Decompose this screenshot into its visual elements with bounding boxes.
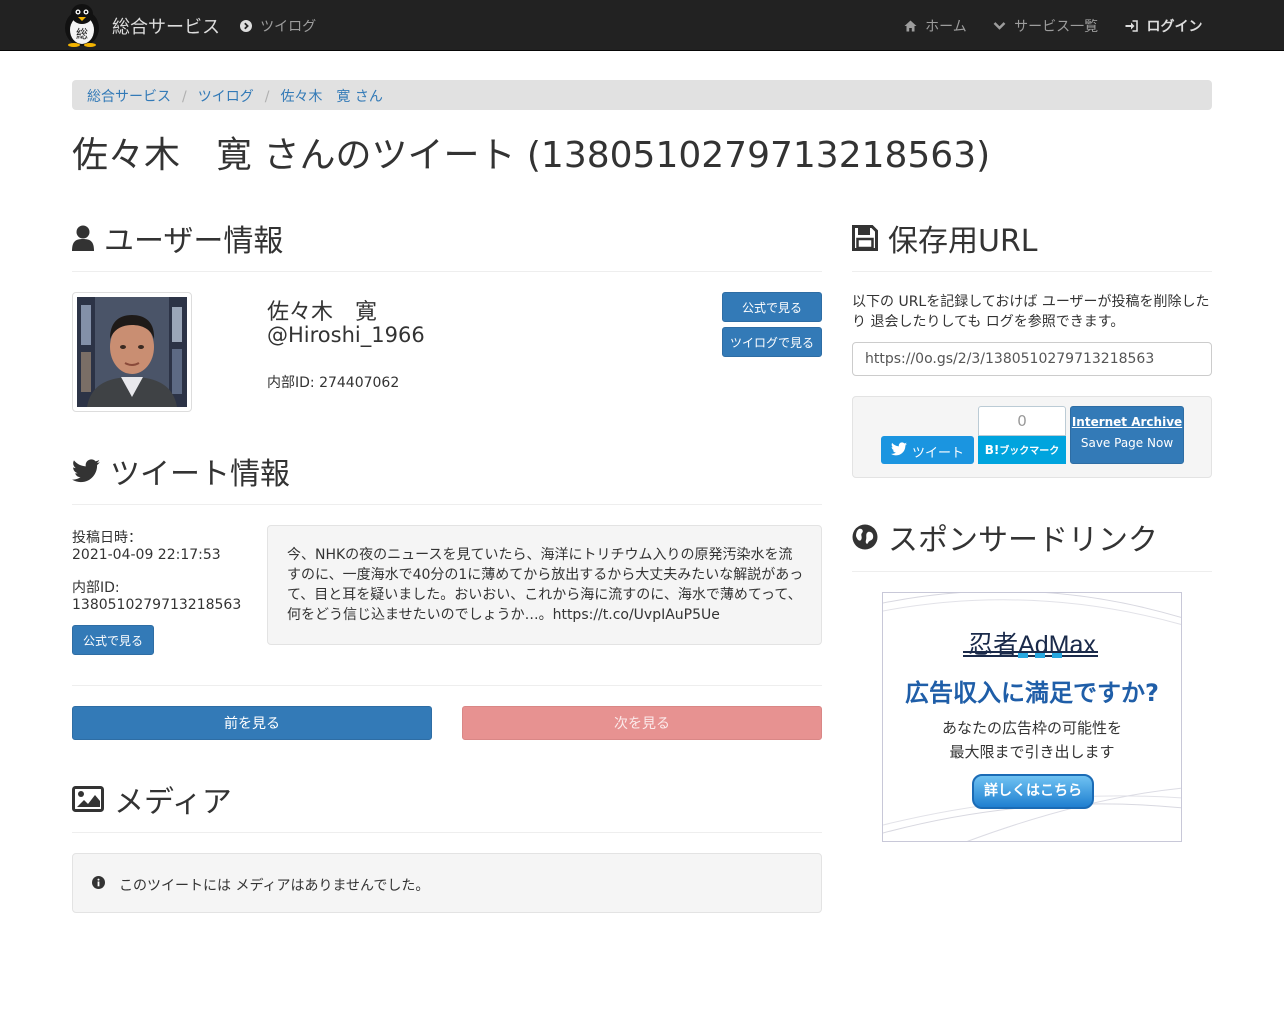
ad-line-2: 最大限まで引き出します: [949, 743, 1115, 761]
posted-at-label: 投稿日時：: [72, 530, 142, 546]
breadcrumb-item-user[interactable]: 佐々木 寛 さん: [280, 89, 382, 105]
tweet-share-button[interactable]: ツイート: [881, 436, 974, 464]
breadcrumb-separator: /: [264, 89, 270, 105]
media-heading: メディア: [72, 777, 232, 821]
user-info-heading-text: ユーザー情報: [104, 224, 284, 259]
divider: [852, 271, 1212, 272]
penguin-logo-icon[interactable]: 総: [61, 2, 103, 47]
floppy-disk-icon: [852, 225, 878, 251]
breadcrumb: 総合サービス / ツイログ / 佐々木 寛 さん: [72, 80, 1212, 110]
twitter-bird-icon: [891, 442, 907, 460]
user-internal-id: 内部ID: 274407062: [267, 375, 400, 391]
info-circle-icon: [92, 876, 105, 893]
user-info-heading: ユーザー情報: [72, 216, 283, 260]
page-title: 佐々木 寛 さんのツイート (1380510279713218563): [72, 135, 991, 176]
home-icon: [904, 20, 921, 35]
breadcrumb-item-home[interactable]: 総合サービス: [87, 89, 171, 105]
next-tweet-button[interactable]: 次を見る: [462, 706, 822, 740]
chevron-down-icon: [993, 20, 1010, 35]
divider: [72, 271, 822, 272]
sponsor-heading-text: スポンサードリンク: [888, 523, 1158, 558]
save-url-heading: 保存用URL: [852, 216, 1038, 260]
globe-icon: [852, 524, 878, 550]
no-media-alert: このツイートには メディアはありませんでした。: [72, 853, 822, 913]
nav-services-link[interactable]: サービス一覧: [993, 16, 1098, 36]
logo-char: 総: [76, 27, 88, 41]
tweet-info-heading: ツイート情報: [72, 449, 290, 493]
view-official-tweet-button[interactable]: 公式で見る: [72, 625, 154, 655]
breadcrumb-separator: /: [182, 89, 187, 105]
brand-link[interactable]: 総合サービス: [112, 13, 220, 39]
nav-home-link[interactable]: ホーム: [904, 16, 967, 36]
divider: [852, 571, 1212, 572]
chevron-circle-right-icon: [240, 20, 256, 35]
no-media-message: このツイートには メディアはありませんでした。: [119, 878, 430, 894]
nav-login-label: ログイン: [1146, 19, 1203, 35]
ad-line-1: あなたの広告枠の可能性を: [941, 719, 1122, 737]
save-url-description: 以下の URLを記録しておけば ユーザーが投稿を削除したり 退会したりしても ロ…: [852, 294, 1210, 330]
previous-tweet-button[interactable]: 前を見る: [72, 706, 432, 740]
image-icon: [72, 786, 104, 812]
divider: [72, 685, 822, 686]
posted-at-value: 2021-04-09 22:17:53: [72, 547, 221, 563]
nav-twilog-link[interactable]: ツイログ: [240, 16, 316, 36]
hatena-bookmark-button[interactable]: B!ブックマーク: [978, 436, 1066, 464]
tweet-share-label: ツイート: [912, 446, 965, 461]
save-url-input[interactable]: [852, 342, 1212, 376]
hatena-bookmark-label: ブックマーク: [999, 446, 1060, 457]
ad-brand: 忍者AdMax: [968, 631, 1096, 659]
internet-archive-subtitle: Save Page Now: [1080, 436, 1174, 450]
hatena-b-icon: B!: [984, 443, 1000, 457]
ad-details-button[interactable]: 詳しくはこちら: [972, 774, 1094, 809]
view-official-user-button[interactable]: 公式で見る: [722, 292, 822, 322]
user-display-name: 佐々木 寛: [267, 300, 378, 325]
divider: [72, 504, 822, 505]
top-navbar: 総 総合サービス ツイログ ホーム サービス一覧 ログイン: [0, 0, 1284, 51]
nav-login-link[interactable]: ログイン: [1125, 16, 1203, 36]
user-handle: @Hiroshi_1966: [267, 323, 425, 347]
avatar[interactable]: [72, 292, 192, 412]
breadcrumb-item-twilog[interactable]: ツイログ: [198, 89, 254, 105]
internet-archive-button[interactable]: Internet Archive Save Page Now: [1070, 406, 1184, 464]
sign-in-icon: [1125, 20, 1143, 35]
tweet-info-heading-text: ツイート情報: [110, 457, 290, 492]
nav-twilog-label: ツイログ: [260, 19, 317, 35]
user-icon: [72, 225, 94, 251]
tweet-text: 今、NHKの夜のニュースを見ていたら、海洋にトリチウム入りの原発汚染水を流すのに…: [287, 547, 804, 623]
avatar-photo: [77, 297, 187, 407]
twitter-bird-icon: [72, 459, 100, 483]
tweet-id-label: 内部ID:: [72, 580, 120, 596]
view-twilog-user-button[interactable]: ツイログで見る: [722, 327, 822, 357]
tweet-id-value: 1380510279713218563: [72, 597, 242, 613]
ad-headline: 広告収入に満足ですか?: [905, 679, 1159, 707]
sponsor-heading: スポンサードリンク: [852, 515, 1158, 559]
media-heading-text: メディア: [114, 785, 232, 820]
save-url-heading-text: 保存用URL: [888, 224, 1038, 259]
nav-services-label: サービス一覧: [1014, 19, 1099, 35]
internet-archive-title: Internet Archive: [1071, 415, 1183, 429]
bookmark-count: 0: [978, 406, 1066, 436]
nav-home-label: ホーム: [925, 19, 967, 35]
divider: [72, 832, 822, 833]
sponsor-ad-banner[interactable]: 忍者AdMax 広告収入に満足ですか? あなたの広告枠の可能性を 最大限まで引き…: [882, 592, 1182, 842]
